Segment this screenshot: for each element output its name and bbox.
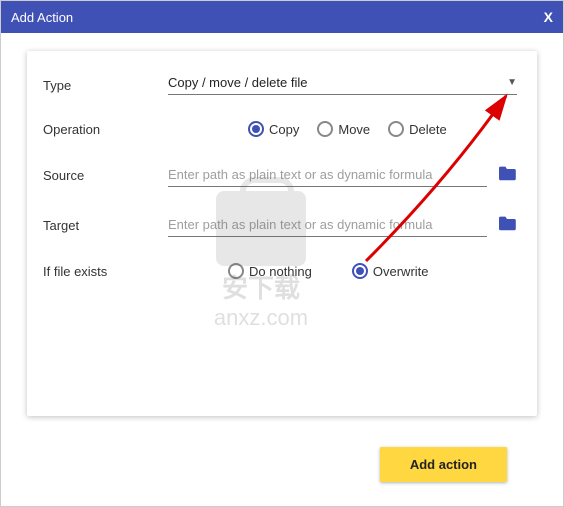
source-input[interactable] — [168, 163, 487, 187]
radio-delete[interactable]: Delete — [388, 121, 447, 137]
row-if-exists: If file exists Do nothing Overwrite — [43, 263, 517, 279]
radio-label: Delete — [409, 122, 447, 137]
radio-icon — [388, 121, 404, 137]
radio-label: Do nothing — [249, 264, 312, 279]
radio-move[interactable]: Move — [317, 121, 370, 137]
label-operation: Operation — [43, 122, 168, 137]
title-bar: Add Action X — [1, 1, 563, 33]
type-dropdown-value: Copy / move / delete file — [168, 75, 307, 90]
row-operation: Operation Copy Move Delete — [43, 121, 517, 137]
operation-radio-group: Copy Move Delete — [248, 121, 447, 137]
close-icon[interactable]: X — [544, 9, 553, 25]
radio-label: Move — [338, 122, 370, 137]
label-source: Source — [43, 168, 168, 183]
radio-copy[interactable]: Copy — [248, 121, 299, 137]
form-panel: Type Copy / move / delete file ▼ Operati… — [27, 51, 537, 416]
chevron-down-icon: ▼ — [507, 77, 517, 88]
radio-overwrite[interactable]: Overwrite — [352, 263, 429, 279]
label-if-exists: If file exists — [43, 264, 168, 279]
radio-icon — [248, 121, 264, 137]
radio-label: Copy — [269, 122, 299, 137]
dialog-title: Add Action — [11, 10, 73, 25]
radio-label: Overwrite — [373, 264, 429, 279]
add-action-button[interactable]: Add action — [380, 447, 507, 482]
label-type: Type — [43, 78, 168, 93]
target-input[interactable] — [168, 213, 487, 237]
row-type: Type Copy / move / delete file ▼ — [43, 75, 517, 95]
radio-do-nothing[interactable]: Do nothing — [228, 263, 312, 279]
row-source: Source — [43, 163, 517, 187]
label-target: Target — [43, 218, 168, 233]
type-dropdown[interactable]: Copy / move / delete file ▼ — [168, 75, 517, 95]
if-exists-radio-group: Do nothing Overwrite — [228, 263, 429, 279]
folder-icon[interactable] — [497, 165, 517, 186]
radio-icon — [352, 263, 368, 279]
radio-icon — [228, 263, 244, 279]
folder-icon[interactable] — [497, 215, 517, 236]
radio-icon — [317, 121, 333, 137]
row-target: Target — [43, 213, 517, 237]
